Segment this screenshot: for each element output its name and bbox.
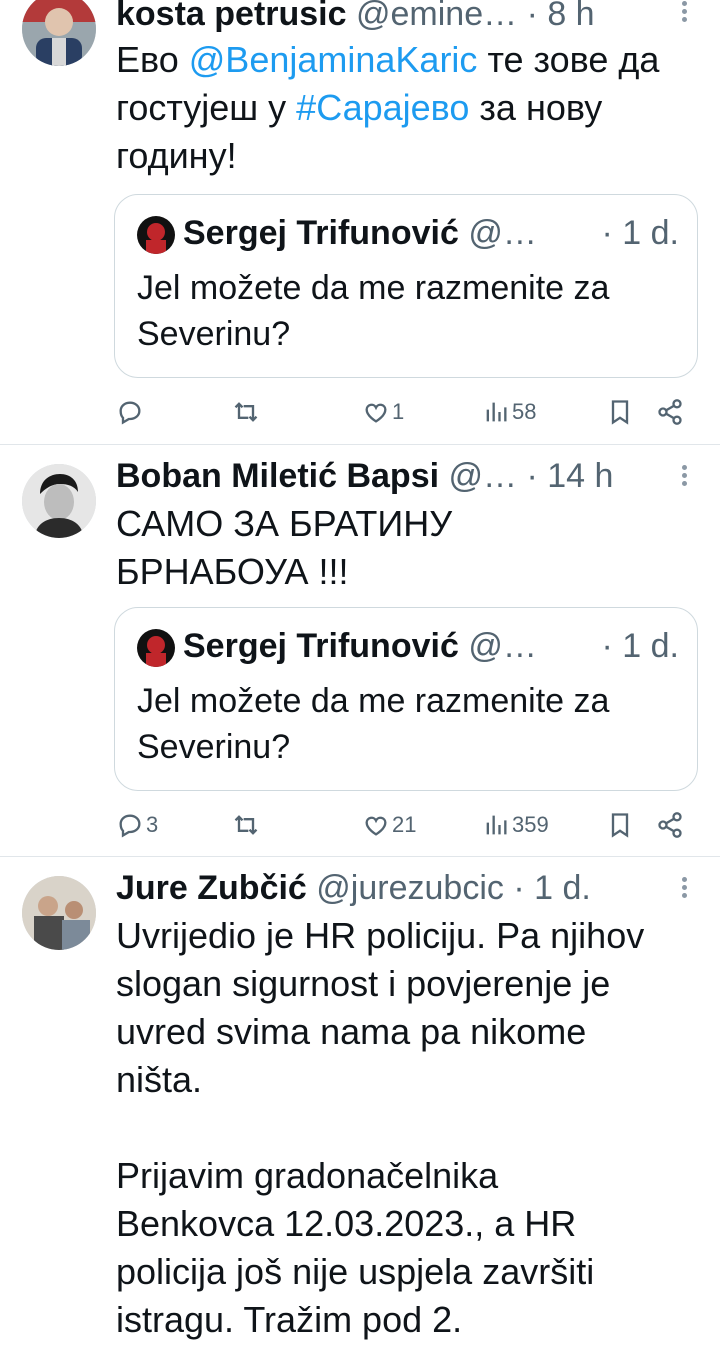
share-button[interactable] [656, 392, 684, 432]
bookmark-button[interactable] [606, 805, 634, 845]
share-icon [658, 399, 682, 425]
quote-header: Sergej Trifunović @… · 1 d. [183, 624, 679, 668]
views-count: 359 [512, 812, 549, 837]
views-icon [486, 815, 507, 835]
tweet-text: САМО ЗА БРАТИНУ БРНАБОУА !!! [116, 503, 453, 592]
handle[interactable]: @… [449, 457, 518, 495]
quote-timestamp: · 1 d. [601, 627, 679, 665]
tweet[interactable]: Boban Miletić Bapsi @… · 14 h САМО ЗА БР… [0, 444, 720, 857]
quoted-tweet[interactable]: Sergej Trifunović @… · 1 d. Jel možete d… [114, 194, 698, 378]
reply-icon [119, 401, 141, 425]
hashtag-link[interactable]: #Сарајево [296, 87, 469, 128]
like-count: 1 [392, 399, 405, 424]
tweet-header: kosta petrusic @emine… · 8 h [116, 0, 660, 36]
share-button[interactable] [656, 805, 684, 845]
reply-button[interactable] [116, 392, 146, 432]
views-button[interactable]: 58 [482, 392, 536, 432]
share-icon [658, 812, 682, 838]
like-button[interactable]: 1 [362, 392, 404, 432]
quote-timestamp: · 1 d. [601, 214, 679, 252]
quote-display-name: Sergej Trifunović [183, 627, 459, 665]
like-count: 21 [392, 812, 417, 837]
retweet-icon [234, 815, 258, 835]
tweet[interactable]: Jure Zubčić @jurezubcic · 1 d. Uvrijedio… [0, 856, 720, 1356]
views-count: 58 [512, 399, 537, 424]
quote-header: Sergej Trifunović @… · 1 d. [183, 211, 679, 255]
timestamp[interactable]: · 14 h [526, 457, 613, 495]
avatar[interactable] [22, 876, 96, 950]
reply-count: 3 [146, 812, 159, 837]
quoted-tweet[interactable]: Sergej Trifunović @… · 1 d. Jel možete d… [114, 607, 698, 791]
tweet-header: Boban Miletić Bapsi @… · 14 h [116, 454, 660, 498]
retweet-icon [234, 402, 258, 422]
more-icon[interactable] [674, 874, 694, 904]
quote-avatar [137, 216, 175, 254]
tweet-header: Jure Zubčić @jurezubcic · 1 d. [116, 866, 660, 910]
heart-icon [365, 816, 387, 836]
quote-text: Jel možete da me razmenite za Severinu? [137, 682, 610, 766]
avatar[interactable] [22, 464, 96, 538]
retweet-button[interactable] [232, 805, 262, 845]
retweet-button[interactable] [232, 392, 262, 432]
avatar[interactable] [22, 0, 96, 66]
views-button[interactable]: 359 [482, 805, 549, 845]
mention-link[interactable]: @BenjaminaKaric [189, 39, 478, 80]
display-name[interactable]: kosta petrusic [116, 0, 347, 33]
handle[interactable]: @jurezubcic [316, 869, 504, 907]
handle[interactable]: @emine… [356, 0, 517, 33]
bookmark-icon [611, 400, 629, 425]
display-name[interactable]: Boban Miletić Bapsi [116, 457, 439, 495]
views-icon [486, 402, 507, 422]
bookmark-button[interactable] [606, 392, 634, 432]
tweet[interactable]: kosta petrusic @emine… · 8 h Ево @Benjam… [0, 0, 720, 445]
more-icon[interactable] [674, 462, 694, 492]
more-icon[interactable] [674, 0, 694, 28]
bookmark-icon [611, 813, 629, 838]
timestamp[interactable]: · 1 d. [513, 869, 590, 907]
tweet-text: Uvrijedio je HR policiju. Pa njihov slog… [116, 915, 645, 1340]
quote-display-name: Sergej Trifunović [183, 214, 459, 252]
quote-handle: @… [468, 627, 537, 665]
quote-text: Jel možete da me razmenite za Severinu? [137, 269, 610, 353]
display-name[interactable]: Jure Zubčić [116, 869, 307, 907]
quote-handle: @… [468, 214, 537, 252]
quote-avatar [137, 629, 175, 667]
text-segment: Ево [116, 39, 189, 80]
timestamp[interactable]: · 8 h [527, 0, 595, 33]
reply-icon [119, 814, 141, 838]
heart-icon [365, 403, 387, 423]
tweet-text: Ево @BenjaminaKaric те зове да гостујеш … [116, 36, 694, 180]
reply-button[interactable]: 3 [116, 805, 158, 845]
like-button[interactable]: 21 [362, 805, 416, 845]
action-bar: 1 58 [116, 392, 696, 432]
action-bar: 3 21 359 [116, 805, 696, 845]
